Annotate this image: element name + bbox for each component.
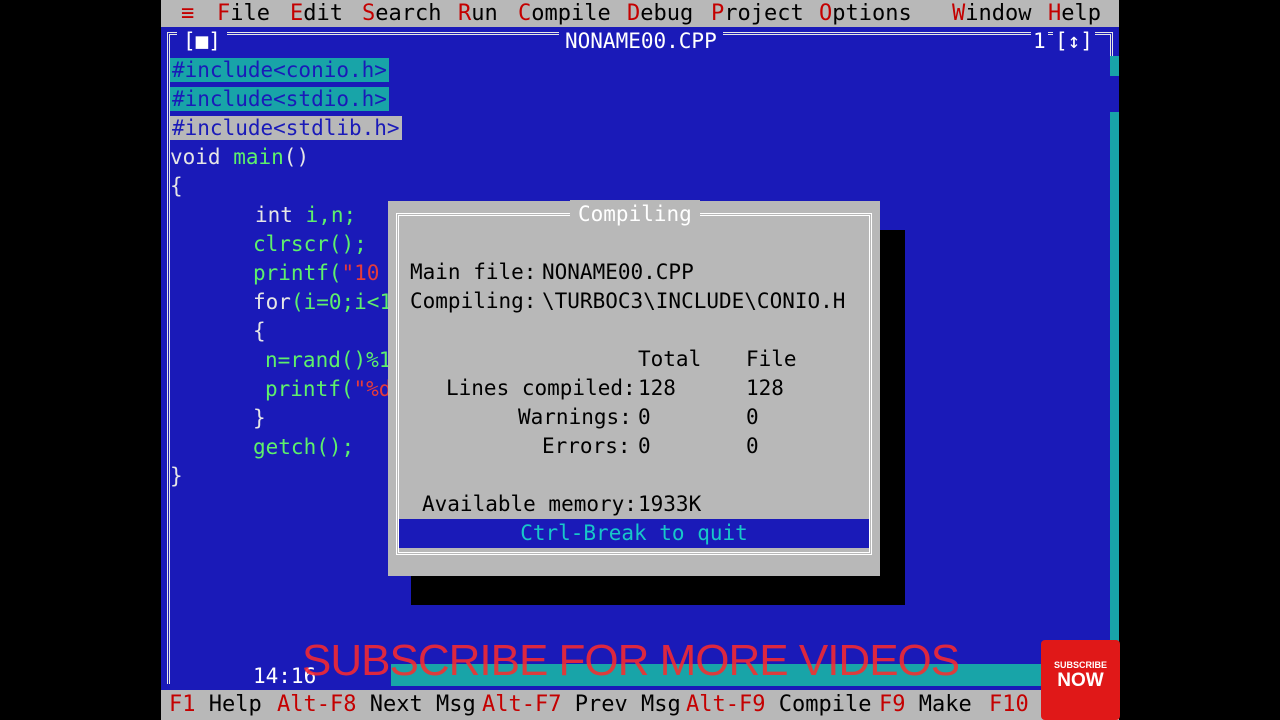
code-line-1: #include<conio.h> xyxy=(170,58,389,82)
menu-debug-hotkey: D xyxy=(627,1,641,26)
menu-search[interactable]: Search xyxy=(362,0,441,27)
code-keyword-int: int xyxy=(255,203,293,227)
available-memory-label: Available memory: xyxy=(422,492,637,516)
menu-project-hotkey: P xyxy=(711,1,725,26)
badge-subscribe-text: SUBSCRIBE xyxy=(1053,660,1107,670)
menu-project[interactable]: Project xyxy=(711,0,804,27)
lines-compiled-file: 128 xyxy=(746,376,784,400)
ctrl-break-quit-bar[interactable]: Ctrl-Break to quit xyxy=(399,519,869,548)
compiling-file-value: \TURBOC3\INCLUDE\CONIO.H xyxy=(542,289,846,313)
window-number: 1 xyxy=(1031,29,1048,53)
menu-bar: ≡ File Edit Search Run Compile Debug Pro… xyxy=(161,0,1119,27)
status-key-f1: F1 xyxy=(169,692,196,717)
menu-file[interactable]: File xyxy=(217,0,270,27)
vertical-scrollbar[interactable] xyxy=(1110,56,1119,664)
menu-compile-hotkey: C xyxy=(518,1,532,26)
status-key-f10: F10 xyxy=(989,692,1029,717)
lines-compiled-total: 128 xyxy=(638,376,676,400)
status-bar: F1 Help Alt-F8 Next Msg Alt-F7 Prev Msg … xyxy=(161,690,1119,720)
menu-help-hotkey: H xyxy=(1048,1,1062,26)
status-key-alt-f7: Alt-F7 xyxy=(482,692,562,717)
lines-compiled-label: Lines compiled: xyxy=(446,376,636,400)
available-memory-value: 1933K xyxy=(638,492,702,516)
code-string-1: "10 xyxy=(341,261,380,285)
menu-help-label: elp xyxy=(1061,1,1101,26)
menu-run-hotkey: R xyxy=(458,1,472,26)
menu-options-hotkey: O xyxy=(819,1,833,26)
column-total-header: Total xyxy=(638,347,702,371)
menu-compile-label: ompile xyxy=(531,1,611,26)
status-item-make[interactable]: F9 Make xyxy=(879,690,972,720)
code-open-brace: { xyxy=(170,174,183,198)
menu-search-hotkey: S xyxy=(362,1,376,26)
code-int-vars: i,n; xyxy=(292,203,357,227)
menu-window-label: indow xyxy=(965,1,1032,26)
errors-total: 0 xyxy=(638,434,651,458)
warnings-file: 0 xyxy=(746,405,759,429)
compiling-label: Compiling: xyxy=(410,289,537,313)
code-rand: n=rand()%1 xyxy=(265,348,392,372)
column-file-header: File xyxy=(746,347,797,371)
menu-edit[interactable]: Edit xyxy=(290,0,343,27)
menu-edit-label: dit xyxy=(303,1,343,26)
code-main: main xyxy=(220,145,284,169)
code-printf-2: printf( xyxy=(265,377,354,401)
main-file-value: NONAME00.CPP xyxy=(542,260,694,284)
code-inner-close-brace: } xyxy=(253,406,266,430)
menu-search-label: earch xyxy=(375,1,442,26)
status-label-help: Help xyxy=(208,692,262,717)
status-label-make: Make xyxy=(918,692,972,717)
status-key-alt-f9: Alt-F9 xyxy=(686,692,766,717)
status-key-alt-f8: Alt-F8 xyxy=(277,692,357,717)
status-item-compile[interactable]: Alt-F9 Compile xyxy=(686,690,871,720)
vertical-scroll-thumb[interactable] xyxy=(1110,76,1119,112)
menu-run-label: un xyxy=(471,1,498,26)
menu-options-label: ptions xyxy=(832,1,912,26)
code-clrscr: clrscr(); xyxy=(253,232,367,256)
menu-edit-hotkey: E xyxy=(290,1,304,26)
menu-run[interactable]: Run xyxy=(458,0,498,27)
menu-file-hotkey: F xyxy=(217,1,231,26)
menu-project-label: roject xyxy=(724,1,804,26)
menu-options[interactable]: Options xyxy=(819,0,912,27)
status-label-compile: Compile xyxy=(778,692,872,717)
system-menu-icon[interactable]: ≡ xyxy=(181,0,194,27)
code-string-2: "%d xyxy=(353,377,392,401)
code-printf-1: printf( xyxy=(253,261,342,285)
status-label-next-msg: Next Msg xyxy=(369,692,476,717)
code-parens: () xyxy=(283,145,310,169)
menu-file-label: ile xyxy=(230,1,270,26)
menu-window[interactable]: Window xyxy=(952,0,1031,27)
subscribe-now-badge[interactable]: SUBSCRIBE NOW xyxy=(1041,640,1120,720)
code-keyword-for: for xyxy=(253,290,291,314)
errors-label: Errors: xyxy=(542,434,631,458)
code-inner-open-brace: { xyxy=(253,319,266,343)
status-key-f9: F9 xyxy=(879,692,906,717)
status-item-help[interactable]: F1 Help xyxy=(169,690,262,720)
menu-help[interactable]: Help xyxy=(1048,0,1101,27)
editor-filename: NONAME00.CPP xyxy=(559,29,723,53)
dialog-title: Compiling xyxy=(570,200,700,228)
menu-debug-label: ebug xyxy=(640,1,694,26)
errors-file: 0 xyxy=(746,434,759,458)
zoom-box-icon[interactable]: [↕] xyxy=(1053,29,1095,53)
status-label-prev-msg: Prev Msg xyxy=(574,692,681,717)
menu-debug[interactable]: Debug xyxy=(627,0,693,27)
code-keyword-void: void xyxy=(170,145,221,169)
status-item-next-msg[interactable]: Alt-F8 Next Msg xyxy=(277,690,476,720)
code-line-3: #include<stdlib.h> xyxy=(170,116,402,140)
badge-now-text: NOW xyxy=(1057,670,1104,691)
menu-compile[interactable]: Compile xyxy=(518,0,611,27)
code-getch: getch(); xyxy=(253,435,355,459)
code-close-brace: } xyxy=(170,464,183,488)
code-line-2: #include<stdio.h> xyxy=(170,87,389,111)
status-item-prev-msg[interactable]: Alt-F7 Prev Msg xyxy=(482,690,681,720)
code-for-cond: (i=0;i<1 xyxy=(290,290,393,314)
close-box-icon[interactable]: [■] xyxy=(177,29,227,53)
subscribe-banner-text: SUBSCRIBE FOR MORE VIDEOS xyxy=(302,636,960,685)
main-file-label: Main file: xyxy=(410,260,537,284)
warnings-total: 0 xyxy=(638,405,651,429)
menu-window-hotkey: W xyxy=(952,1,966,26)
warnings-label: Warnings: xyxy=(518,405,632,429)
